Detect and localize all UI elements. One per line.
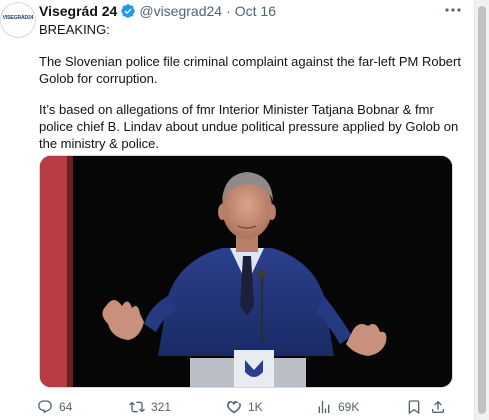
share-button[interactable]	[430, 399, 446, 415]
repost-icon	[129, 401, 145, 413]
bookmark-button[interactable]	[406, 399, 430, 415]
avatar-logo-text: VISEGRÁD24	[2, 15, 34, 21]
tweet-paragraph: The Slovenian police file criminal compl…	[39, 53, 465, 86]
tweet-photo[interactable]	[39, 155, 453, 388]
repost-count: 321	[151, 400, 172, 414]
like-count: 1K	[248, 400, 263, 414]
avatar[interactable]: VISEGRÁD24	[0, 2, 36, 38]
like-icon	[227, 401, 241, 414]
more-icon[interactable]	[443, 2, 463, 18]
handle[interactable]: @visegrad24	[139, 3, 222, 19]
reply-count: 64	[59, 400, 73, 414]
reply-icon	[38, 400, 52, 414]
separator-dot: ·	[226, 3, 231, 19]
repost-button[interactable]: 321	[129, 399, 226, 415]
views-count: 69K	[338, 400, 360, 414]
display-name[interactable]: Visegrád 24	[39, 3, 117, 19]
action-bar: 64 321 1K 69K	[37, 398, 457, 416]
photo-illustration	[40, 156, 452, 387]
views-icon	[318, 401, 330, 413]
tweet-header: Visegrád 24 @visegrad24 · Oct 16	[39, 2, 276, 20]
scrollbar[interactable]	[474, 0, 489, 420]
tweet-paragraph: BREAKING:	[39, 22, 110, 37]
tweet-text: BREAKING: The Slovenian police file crim…	[39, 22, 465, 168]
reply-button[interactable]: 64	[37, 399, 129, 415]
bookmark-icon	[408, 400, 420, 415]
share-icon	[432, 400, 444, 413]
scrollbar-thumb[interactable]	[478, 6, 486, 414]
timestamp[interactable]: Oct 16	[235, 3, 276, 19]
views-button[interactable]: 69K	[316, 399, 406, 415]
like-button[interactable]: 1K	[226, 399, 316, 415]
verified-badge-icon	[121, 4, 136, 18]
tweet-paragraph: It’s based on allegations of fmr Interio…	[39, 102, 462, 151]
tweet[interactable]: VISEGRÁD24 Visegrád 24 @visegrad24 · Oct…	[0, 0, 475, 420]
